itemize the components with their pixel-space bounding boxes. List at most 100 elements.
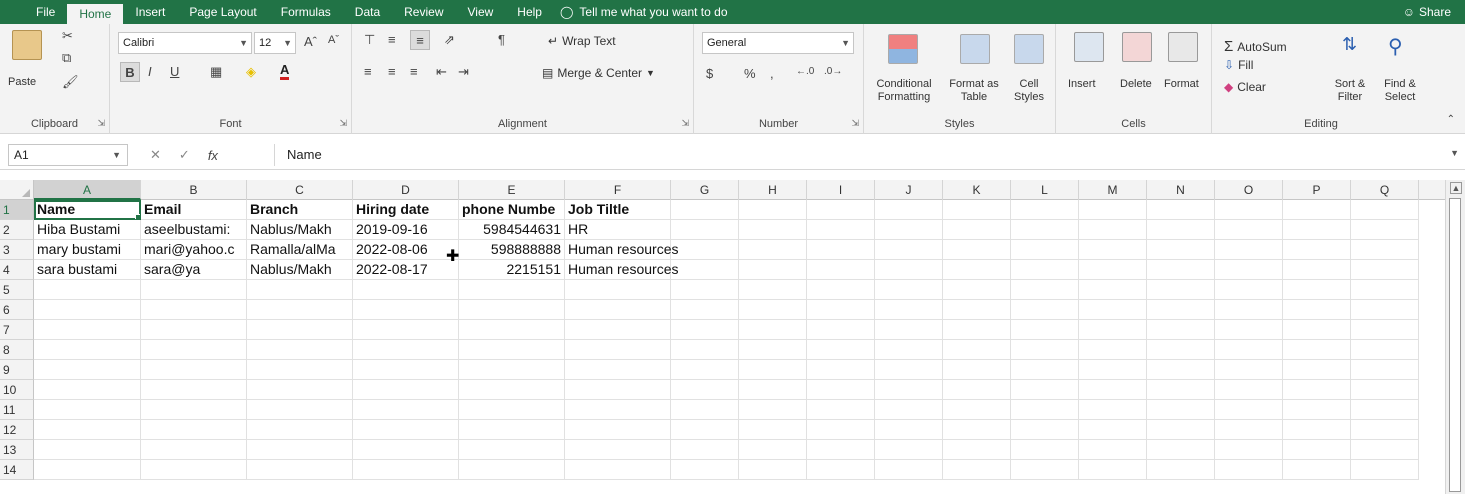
cell-i13[interactable] [807, 440, 875, 460]
decrease-decimal-icon[interactable]: .0→ [824, 66, 842, 77]
number-launcher-icon[interactable]: ⇲ [851, 118, 859, 129]
row-header-5[interactable]: 5 [0, 280, 34, 300]
tab-review[interactable]: Review [392, 0, 455, 24]
align-right-icon[interactable]: ≡ [410, 64, 418, 79]
cell-d7[interactable] [353, 320, 459, 340]
fill-button[interactable]: ⇩ Fill [1224, 58, 1253, 72]
cell-d5[interactable] [353, 280, 459, 300]
percent-icon[interactable]: % [744, 66, 756, 81]
column-header-k[interactable]: K [943, 180, 1011, 200]
cell-e2[interactable]: 5984544631 [459, 220, 565, 240]
column-header-m[interactable]: M [1079, 180, 1147, 200]
cell-p14[interactable] [1283, 460, 1351, 480]
delete-cells-button[interactable]: Delete [1120, 78, 1152, 91]
cell-b8[interactable] [141, 340, 247, 360]
cell-k2[interactable] [943, 220, 1011, 240]
cell-g11[interactable] [671, 400, 739, 420]
underline-icon[interactable]: U [170, 64, 179, 79]
cell-l10[interactable] [1011, 380, 1079, 400]
cell-e8[interactable] [459, 340, 565, 360]
cell-a5[interactable] [34, 280, 141, 300]
column-header-c[interactable]: C [247, 180, 353, 200]
cell-k13[interactable] [943, 440, 1011, 460]
font-launcher-icon[interactable]: ⇲ [339, 118, 347, 129]
align-center-icon[interactable]: ≡ [388, 64, 396, 79]
cell-a7[interactable] [34, 320, 141, 340]
top-align-icon[interactable]: ⊤ [364, 32, 375, 48]
cell-l3[interactable] [1011, 240, 1079, 260]
cell-o5[interactable] [1215, 280, 1283, 300]
cell-n3[interactable] [1147, 240, 1215, 260]
cell-i2[interactable] [807, 220, 875, 240]
cell-i7[interactable] [807, 320, 875, 340]
cell-g12[interactable] [671, 420, 739, 440]
cell-f12[interactable] [565, 420, 671, 440]
cell-l4[interactable] [1011, 260, 1079, 280]
cell-p9[interactable] [1283, 360, 1351, 380]
name-box[interactable]: A1 ▼ [8, 144, 128, 166]
cancel-icon[interactable]: ✕ [150, 147, 161, 163]
format-cells-button[interactable]: Format [1164, 78, 1199, 91]
cell-e9[interactable] [459, 360, 565, 380]
cell-q11[interactable] [1351, 400, 1419, 420]
cell-c3[interactable]: Ramalla/alMa [247, 240, 353, 260]
column-header-i[interactable]: I [807, 180, 875, 200]
conditional-formatting-button[interactable]: Conditional Formatting [868, 78, 940, 104]
cell-c7[interactable] [247, 320, 353, 340]
cell-p4[interactable] [1283, 260, 1351, 280]
cell-d6[interactable] [353, 300, 459, 320]
tab-formulas[interactable]: Formulas [269, 0, 343, 24]
cell-j9[interactable] [875, 360, 943, 380]
cell-e11[interactable] [459, 400, 565, 420]
cell-k7[interactable] [943, 320, 1011, 340]
number-format-combo[interactable]: General ▼ [702, 32, 854, 54]
cell-l1[interactable] [1011, 200, 1079, 220]
cell-f5[interactable] [565, 280, 671, 300]
column-header-e[interactable]: E [459, 180, 565, 200]
cell-c14[interactable] [247, 460, 353, 480]
insert-cells-icon[interactable] [1074, 32, 1104, 62]
cell-h10[interactable] [739, 380, 807, 400]
cell-h8[interactable] [739, 340, 807, 360]
row-header-6[interactable]: 6 [0, 300, 34, 320]
cell-h5[interactable] [739, 280, 807, 300]
bottom-align-icon[interactable]: ≡ [410, 30, 430, 50]
row-header-14[interactable]: 14 [0, 460, 34, 480]
tab-home[interactable]: Home [67, 4, 124, 24]
cell-o2[interactable] [1215, 220, 1283, 240]
cell-l11[interactable] [1011, 400, 1079, 420]
cell-q4[interactable] [1351, 260, 1419, 280]
insert-function-icon[interactable]: fx [208, 148, 218, 163]
cell-i5[interactable] [807, 280, 875, 300]
sort-filter-button[interactable]: Sort & Filter [1324, 78, 1376, 104]
cell-q2[interactable] [1351, 220, 1419, 240]
cell-k6[interactable] [943, 300, 1011, 320]
comma-icon[interactable]: , [770, 66, 774, 81]
cell-e6[interactable] [459, 300, 565, 320]
cell-j8[interactable] [875, 340, 943, 360]
cell-o11[interactable] [1215, 400, 1283, 420]
cell-i4[interactable] [807, 260, 875, 280]
cell-l9[interactable] [1011, 360, 1079, 380]
cell-j2[interactable] [875, 220, 943, 240]
format-painter-icon[interactable]: 🖌 [62, 74, 79, 90]
cell-o12[interactable] [1215, 420, 1283, 440]
cell-i14[interactable] [807, 460, 875, 480]
cell-b10[interactable] [141, 380, 247, 400]
cell-m13[interactable] [1079, 440, 1147, 460]
cell-f10[interactable] [565, 380, 671, 400]
cell-m1[interactable] [1079, 200, 1147, 220]
cell-p2[interactable] [1283, 220, 1351, 240]
cell-g7[interactable] [671, 320, 739, 340]
cell-n12[interactable] [1147, 420, 1215, 440]
cell-c1[interactable]: Branch [247, 200, 353, 220]
cell-j12[interactable] [875, 420, 943, 440]
select-all-button[interactable] [0, 180, 34, 200]
cell-p6[interactable] [1283, 300, 1351, 320]
cell-c9[interactable] [247, 360, 353, 380]
cell-g3[interactable] [671, 240, 739, 260]
cell-a13[interactable] [34, 440, 141, 460]
cell-o8[interactable] [1215, 340, 1283, 360]
column-header-d[interactable]: D [353, 180, 459, 200]
cell-b14[interactable] [141, 460, 247, 480]
